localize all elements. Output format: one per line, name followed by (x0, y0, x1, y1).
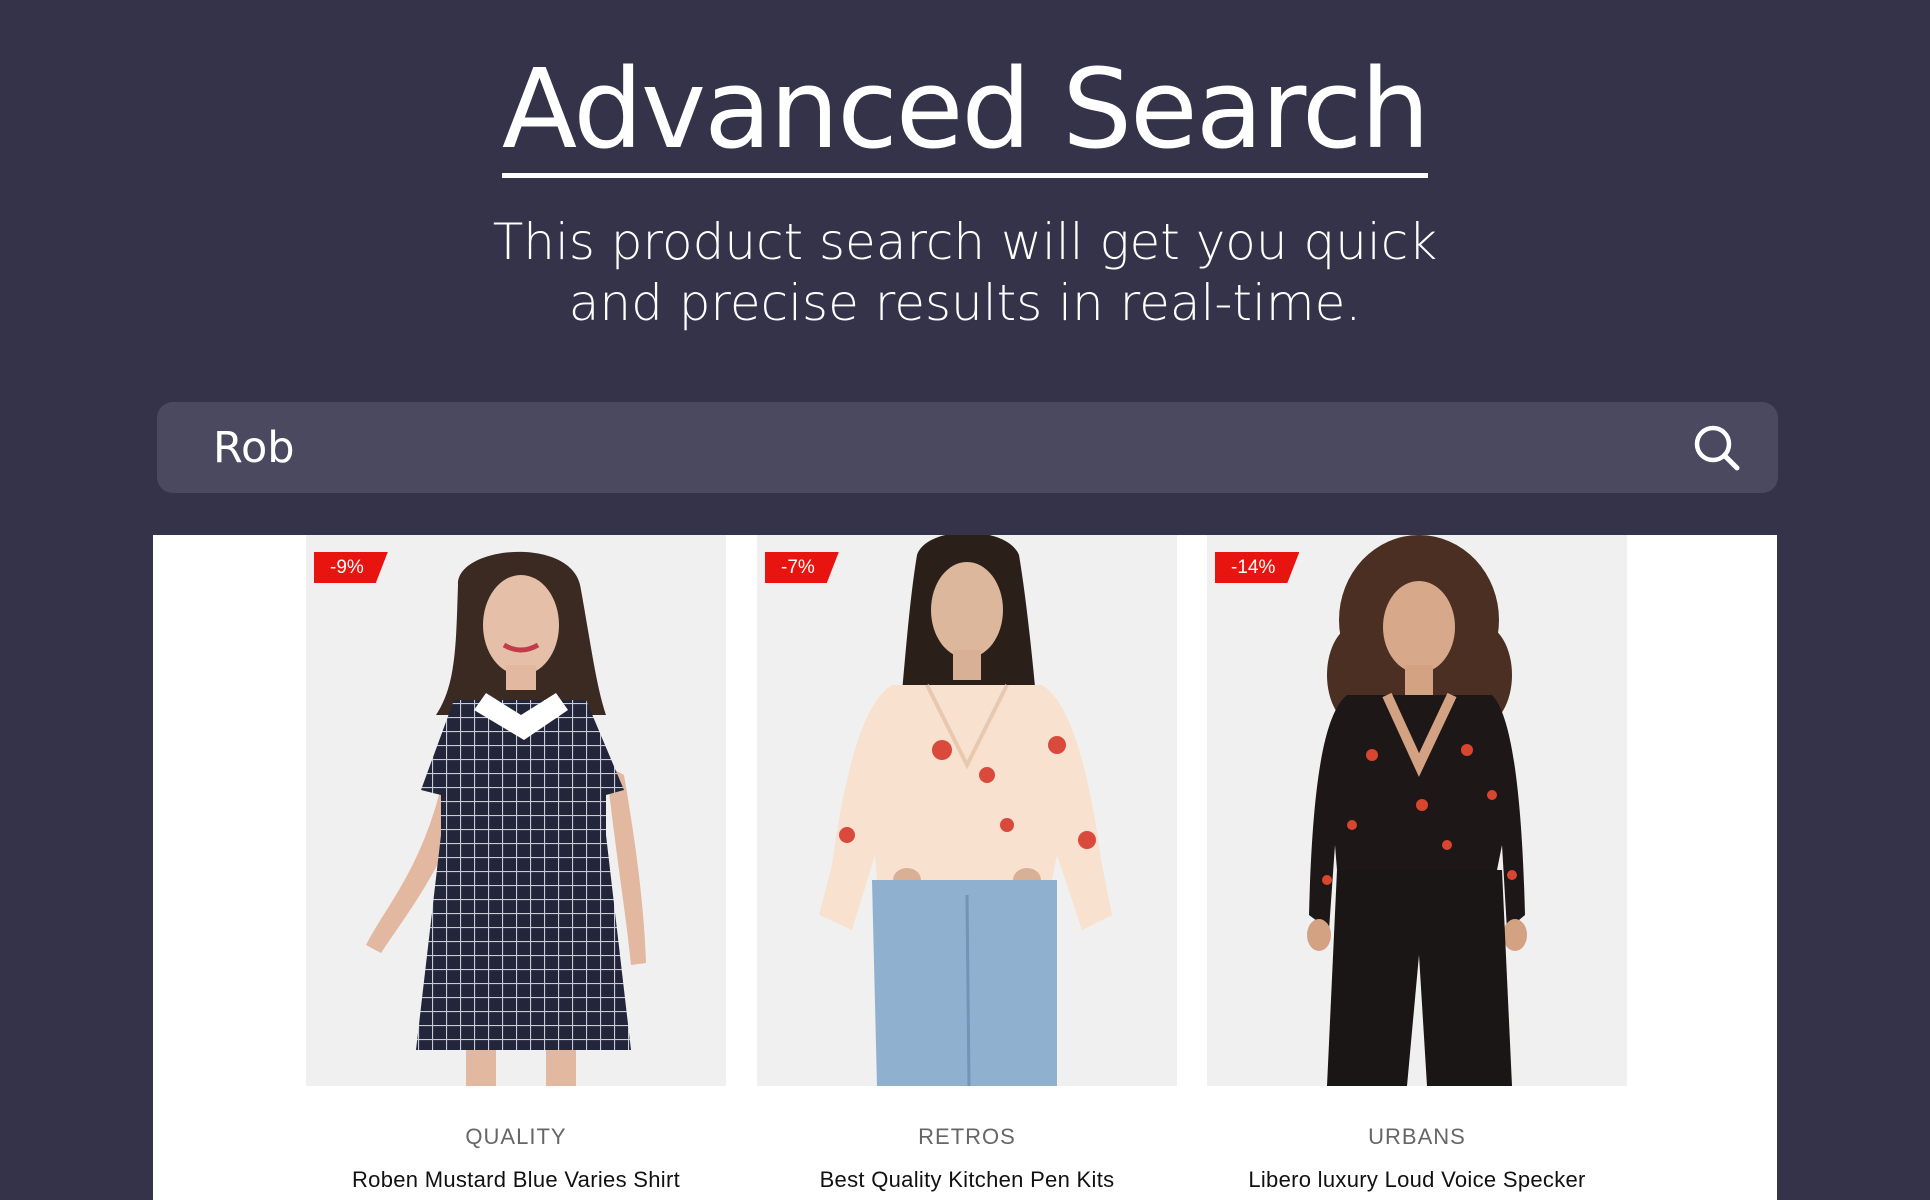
discount-badge: -7% (765, 552, 839, 583)
subtitle-line-1: This product search will get you quick (492, 213, 1438, 271)
product-category[interactable]: RETROS (757, 1124, 1177, 1150)
product-category[interactable]: QUALITY (306, 1124, 726, 1150)
product-category[interactable]: URBANS (1207, 1124, 1627, 1150)
search-input[interactable] (207, 402, 1627, 493)
product-image[interactable]: -14% (1207, 535, 1627, 1086)
product-card[interactable]: -7% RETROS Best Quality Kitchen Pen Kits (757, 535, 1177, 1193)
search-results: -9% QUALITY Roben Mustard Blue Varies Sh… (153, 535, 1777, 1200)
product-name[interactable]: Best Quality Kitchen Pen Kits (757, 1167, 1177, 1193)
discount-badge: -9% (314, 552, 388, 583)
discount-badge: -14% (1215, 552, 1299, 583)
product-image[interactable]: -9% (306, 535, 726, 1086)
woman-floral-blouse-jeans-image (819, 535, 1112, 1086)
page-title-text: Advanced Search (501, 47, 1430, 179)
search-icon (1694, 425, 1740, 471)
product-name[interactable]: Libero luxury Loud Voice Specker (1207, 1167, 1627, 1193)
product-name[interactable]: Roben Mustard Blue Varies Shirt (306, 1167, 726, 1193)
woman-checked-dress-image (366, 551, 646, 1086)
search-bar (157, 402, 1778, 493)
product-image[interactable]: -7% (757, 535, 1177, 1086)
page-title: Advanced Search (0, 47, 1930, 179)
page-subtitle: This product search will get you quick a… (0, 212, 1930, 334)
product-card[interactable]: -14% URBANS Libero luxury Loud Voice Spe… (1207, 535, 1627, 1193)
woman-black-floral-wrap-top-image (1307, 535, 1527, 1086)
search-button[interactable] (1691, 422, 1743, 474)
subtitle-line-2: and precise results in real-time. (568, 274, 1362, 332)
product-card[interactable]: -9% QUALITY Roben Mustard Blue Varies Sh… (306, 535, 726, 1193)
